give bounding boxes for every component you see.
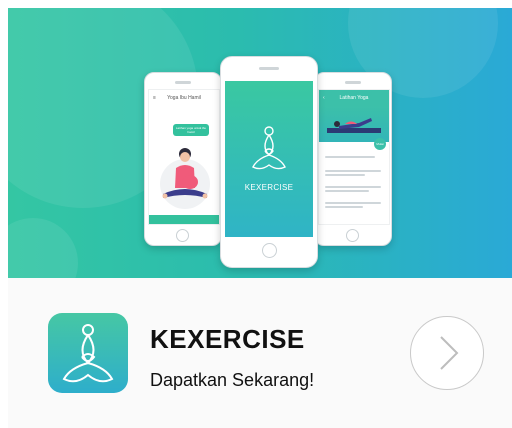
left-phone-mockup: ≡ Yoga Ibu Hamil Latihan yoga untuk ibu … xyxy=(144,72,222,246)
next-button[interactable] xyxy=(410,316,484,390)
start-badge: Mulai xyxy=(374,138,386,150)
center-phone-mockup: KEXERCISE xyxy=(220,56,318,268)
app-title: KEXERCISE xyxy=(150,324,305,354)
left-phone-screen: ≡ Yoga Ibu Hamil Latihan yoga untuk ibu … xyxy=(148,89,220,225)
home-button xyxy=(262,243,277,258)
right-phone-mockup: ‹ Latihan Yoga Mulai xyxy=(314,72,392,246)
app-subtitle[interactable]: Dapatkan Sekarang! xyxy=(150,370,314,391)
left-screen-title: Yoga Ibu Hamil xyxy=(167,95,201,101)
right-screen-title: Latihan Yoga xyxy=(339,95,369,101)
center-brand-text: KEXERCISE xyxy=(244,183,294,192)
app-icon[interactable] xyxy=(48,313,128,393)
menu-icon: ≡ xyxy=(153,95,156,101)
chevron-right-icon xyxy=(440,336,459,370)
exercise-image xyxy=(319,106,389,142)
right-phone-screen: ‹ Latihan Yoga Mulai xyxy=(318,89,390,225)
speech-bubble: Latihan yoga untuk ibu hamil xyxy=(173,124,209,136)
back-icon: ‹ xyxy=(323,95,325,101)
center-phone-screen: KEXERCISE xyxy=(225,81,313,237)
kexercise-logo-icon xyxy=(249,125,289,173)
yoga-illustration xyxy=(157,140,213,210)
home-button xyxy=(346,229,359,242)
lotus-logo-icon xyxy=(62,324,114,383)
bottom-tab-bar xyxy=(149,215,219,224)
home-button xyxy=(176,229,189,242)
promo-banner: ≡ Yoga Ibu Hamil Latihan yoga untuk ibu … xyxy=(8,8,512,278)
decor-circle xyxy=(8,218,78,278)
